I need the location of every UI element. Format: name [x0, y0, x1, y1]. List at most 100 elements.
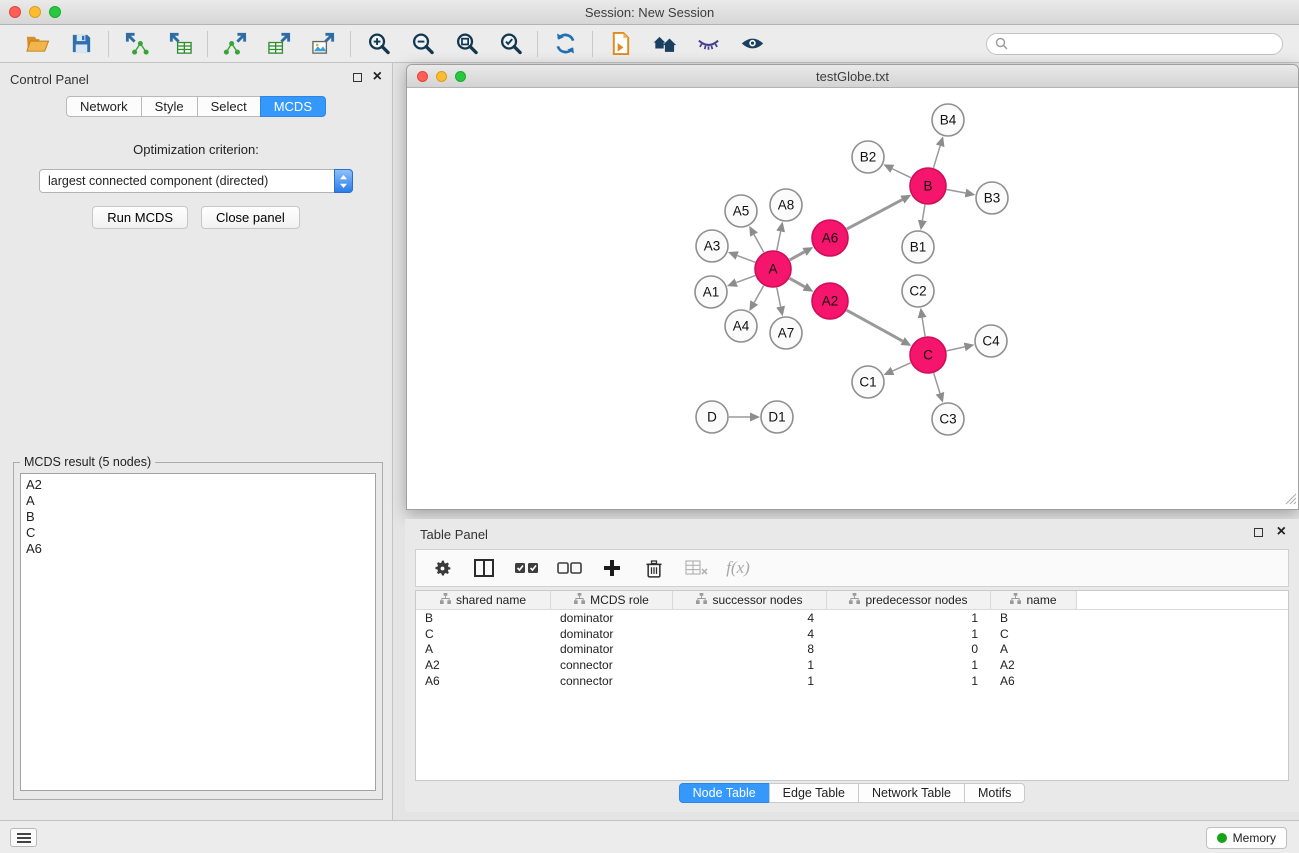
network-graph[interactable]: B4 B2 B B3 A8 A5 A6 A3 B1 A C2 A1 A2 A4 A7 C4 C C1 C3 D D1	[407, 88, 1298, 509]
mcds-result-item[interactable]: A	[26, 493, 370, 509]
graph-node-D1[interactable]: D1	[761, 401, 793, 433]
close-panel-icon[interactable]: ×	[373, 72, 382, 82]
graph-node-B3[interactable]: B3	[976, 182, 1008, 214]
tp-tab-network-table[interactable]: Network Table	[858, 783, 965, 803]
node-table-row[interactable]: A6connector11A6	[416, 673, 1288, 689]
graph-edge-C-C4[interactable]	[947, 347, 965, 351]
float-panel-icon[interactable]	[353, 73, 362, 82]
network-window-titlebar[interactable]: testGlobe.txt	[407, 65, 1298, 88]
network-canvas[interactable]: B4 B2 B B3 A8 A5 A6 A3 B1 A C2 A1 A2 A4 A7 C4 C C1 C3 D D1	[407, 88, 1298, 509]
network-close-button[interactable]	[417, 71, 428, 82]
graph-edge-A-A4[interactable]	[754, 286, 763, 303]
column-header-predecessor-nodes[interactable]: predecessor nodes	[827, 591, 991, 609]
graph-node-C4[interactable]: C4	[975, 325, 1007, 357]
graph-edge-A2-C[interactable]	[847, 310, 903, 341]
column-header-shared-name[interactable]: shared name	[416, 591, 551, 609]
mcds-result-item[interactable]: C	[26, 525, 370, 541]
show-columns-button[interactable]	[472, 554, 496, 582]
search-box[interactable]	[986, 33, 1283, 55]
add-column-button[interactable]	[600, 554, 624, 582]
graph-node-B4[interactable]: B4	[932, 104, 964, 136]
refresh-view-button[interactable]	[550, 29, 580, 59]
resize-grip[interactable]	[1284, 492, 1297, 508]
delete-column-button[interactable]	[642, 554, 666, 582]
memory-button[interactable]: Memory	[1206, 827, 1287, 849]
zoom-selected-button[interactable]	[495, 29, 525, 59]
zoom-window-button[interactable]	[49, 6, 61, 18]
hide-styles-button[interactable]	[693, 29, 723, 59]
graph-node-D[interactable]: D	[696, 401, 728, 433]
graph-node-B2[interactable]: B2	[852, 141, 884, 173]
mcds-result-item[interactable]: A6	[26, 541, 370, 557]
graph-node-A1[interactable]: A1	[695, 276, 727, 308]
float-table-panel-icon[interactable]	[1254, 528, 1263, 537]
export-table-button[interactable]	[264, 29, 294, 59]
graph-node-C[interactable]: C	[910, 337, 946, 373]
graph-node-A4[interactable]: A4	[725, 310, 757, 342]
graph-edge-A-A8[interactable]	[777, 231, 781, 250]
cp-tab-network[interactable]: Network	[66, 96, 142, 117]
export-image-button[interactable]	[308, 29, 338, 59]
node-table-row[interactable]: A2connector11A2	[416, 657, 1288, 673]
zoom-fit-button[interactable]	[451, 29, 481, 59]
graph-node-A6[interactable]: A6	[812, 220, 848, 256]
select-all-button[interactable]	[514, 554, 539, 582]
run-mcds-button[interactable]: Run MCDS	[92, 206, 188, 229]
search-input[interactable]	[1013, 37, 1274, 51]
graph-node-B[interactable]: B	[910, 168, 946, 204]
graph-edge-C-C2[interactable]	[922, 318, 925, 337]
graph-node-A3[interactable]: A3	[696, 230, 728, 262]
mcds-result-list[interactable]: A2ABCA6	[20, 473, 376, 791]
column-header-successor-nodes[interactable]: successor nodes	[673, 591, 827, 609]
zoom-in-button[interactable]	[363, 29, 393, 59]
network-zoom-button[interactable]	[455, 71, 466, 82]
graph-node-C1[interactable]: C1	[852, 366, 884, 398]
open-file-button[interactable]	[22, 29, 52, 59]
show-panels-button[interactable]	[10, 828, 37, 847]
graph-edge-C-C1[interactable]	[893, 363, 911, 371]
column-header-MCDS-role[interactable]: MCDS role	[551, 591, 673, 609]
zoom-out-button[interactable]	[407, 29, 437, 59]
graph-edge-C-C3[interactable]	[934, 373, 940, 393]
export-network-button[interactable]	[220, 29, 250, 59]
graph-edge-B-B3[interactable]	[947, 190, 966, 194]
import-network-button[interactable]	[121, 29, 151, 59]
mcds-result-item[interactable]: A2	[26, 477, 370, 493]
function-builder-button[interactable]: f(x)	[726, 554, 750, 582]
graph-node-A2[interactable]: A2	[812, 283, 848, 319]
graph-node-C2[interactable]: C2	[902, 275, 934, 307]
graph-node-C3[interactable]: C3	[932, 403, 964, 435]
graph-edge-A-A2[interactable]	[790, 278, 805, 287]
criterion-select[interactable]: largest connected component (directed)	[39, 169, 353, 193]
graph-edge-B-B2[interactable]	[892, 169, 911, 178]
graph-edge-A6-B[interactable]	[847, 200, 903, 230]
tp-tab-node-table[interactable]: Node Table	[679, 783, 770, 803]
minimize-window-button[interactable]	[29, 6, 41, 18]
close-window-button[interactable]	[9, 6, 21, 18]
cp-tab-style[interactable]: Style	[141, 96, 198, 117]
graph-node-B1[interactable]: B1	[902, 231, 934, 263]
tp-tab-motifs[interactable]: Motifs	[964, 783, 1025, 803]
graph-edge-B-B4[interactable]	[934, 146, 941, 168]
graph-edge-A-A5[interactable]	[754, 235, 764, 253]
show-view-button[interactable]	[737, 29, 767, 59]
save-session-button[interactable]	[66, 29, 96, 59]
graph-edge-A-A7[interactable]	[777, 288, 781, 307]
graph-node-A5[interactable]: A5	[725, 195, 757, 227]
tp-tab-edge-table[interactable]: Edge Table	[769, 783, 859, 803]
node-table-row[interactable]: Bdominator41B	[416, 610, 1288, 626]
delete-table-button[interactable]	[684, 554, 708, 582]
graph-edge-B-B1[interactable]	[922, 205, 925, 221]
import-table-button[interactable]	[165, 29, 195, 59]
graph-edge-A-A1[interactable]	[736, 276, 755, 283]
network-minimize-button[interactable]	[436, 71, 447, 82]
node-table-row[interactable]: Adominator80A	[416, 641, 1288, 657]
cp-tab-mcds[interactable]: MCDS	[260, 96, 326, 117]
mcds-result-item[interactable]: B	[26, 509, 370, 525]
graph-node-A8[interactable]: A8	[770, 189, 802, 221]
cp-tab-select[interactable]: Select	[197, 96, 261, 117]
open-session-file-button[interactable]	[605, 29, 635, 59]
graph-node-A[interactable]: A	[755, 251, 791, 287]
gallery-button[interactable]	[649, 29, 679, 59]
graph-node-A7[interactable]: A7	[770, 317, 802, 349]
